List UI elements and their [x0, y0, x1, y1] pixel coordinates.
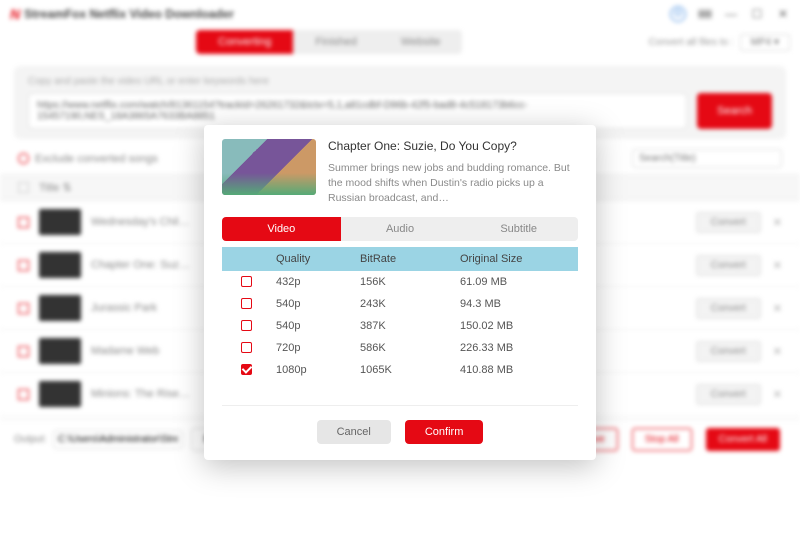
quality-table-header: Quality BitRate Original Size	[222, 247, 578, 271]
close-icon[interactable]: ✕	[776, 7, 790, 21]
row-thumbnail	[39, 381, 81, 407]
quality-modal: Chapter One: Suzie, Do You Copy? Summer …	[204, 125, 596, 460]
quality-checkbox[interactable]	[241, 342, 252, 353]
quality-row[interactable]: 1080p1065K410.88 MB	[222, 359, 578, 381]
row-remove-icon[interactable]: ✕	[773, 259, 782, 272]
search-button[interactable]: Search	[697, 93, 772, 129]
row-convert-button[interactable]: Convert	[696, 384, 761, 405]
row-checkbox[interactable]	[18, 389, 29, 400]
quality-value: 540p	[270, 320, 360, 332]
tab-converting[interactable]: Converting	[196, 30, 293, 54]
row-thumbnail	[39, 252, 81, 278]
tab-subtitle[interactable]: Subtitle	[459, 217, 578, 241]
modal-tabs: Video Audio Subtitle	[222, 217, 578, 241]
col-title[interactable]: Title ⇅	[39, 181, 72, 194]
output-label: Output:	[14, 434, 47, 445]
bitrate-value: 156K	[360, 276, 460, 288]
output-path[interactable]	[53, 430, 183, 449]
minimize-icon[interactable]: —	[724, 7, 738, 21]
size-value: 226.33 MB	[460, 342, 578, 354]
col-bitrate: BitRate	[360, 253, 460, 265]
row-checkbox[interactable]	[18, 260, 29, 271]
quality-row[interactable]: 540p243K94.3 MB	[222, 293, 578, 315]
row-remove-icon[interactable]: ✕	[773, 345, 782, 358]
account-icon[interactable]	[670, 6, 686, 22]
size-value: 150.02 MB	[460, 320, 578, 332]
quality-checkbox[interactable]	[241, 320, 252, 331]
col-size: Original Size	[460, 253, 578, 265]
tab-audio[interactable]: Audio	[341, 217, 460, 241]
size-value: 94.3 MB	[460, 298, 578, 310]
size-value: 61.09 MB	[460, 276, 578, 288]
quality-checkbox[interactable]	[241, 298, 252, 309]
row-convert-button[interactable]: Convert	[696, 298, 761, 319]
url-input[interactable]: https://www.netflix.com/watch/81361154?t…	[28, 93, 687, 129]
row-thumbnail	[39, 424, 81, 450]
row-thumbnail	[39, 209, 81, 235]
select-all-checkbox[interactable]	[18, 182, 29, 193]
row-convert-button[interactable]: Convert	[696, 427, 761, 448]
row-remove-icon[interactable]: ✕	[773, 388, 782, 401]
row-convert-button[interactable]: Convert	[696, 255, 761, 276]
stop-all-button[interactable]: Stop All	[632, 428, 692, 451]
row-remove-icon[interactable]: ✕	[773, 216, 782, 229]
row-thumbnail	[39, 338, 81, 364]
quality-value: 432p	[270, 276, 360, 288]
row-thumbnail	[39, 295, 81, 321]
tab-video[interactable]: Video	[222, 217, 341, 241]
modal-title: Chapter One: Suzie, Do You Copy?	[328, 139, 578, 153]
main-tabs: Converting Finished Website	[196, 30, 462, 54]
maximize-icon[interactable]: ☐	[750, 7, 764, 21]
row-convert-button[interactable]: Convert	[696, 212, 761, 233]
menu-icon[interactable]	[698, 10, 712, 19]
size-value: 410.88 MB	[460, 364, 578, 376]
convert-all-label: Convert all files to :	[649, 37, 734, 48]
main-tabs-row: Converting Finished Website Convert all …	[0, 28, 800, 62]
quality-table-body: 432p156K61.09 MB540p243K94.3 MB540p387K1…	[222, 271, 578, 381]
tab-finished[interactable]: Finished	[293, 30, 379, 54]
search-hint: Copy and paste the video URL or enter ke…	[28, 76, 772, 87]
exclude-label: Exclude converted songs	[35, 153, 158, 165]
format-select[interactable]: MP4 ▾	[740, 34, 790, 51]
row-checkbox[interactable]	[18, 432, 29, 443]
modal-description: Summer brings new jobs and budding roman…	[328, 161, 578, 207]
quality-value: 540p	[270, 298, 360, 310]
episode-thumbnail	[222, 139, 316, 195]
quality-row[interactable]: 720p586K226.33 MB	[222, 337, 578, 359]
quality-checkbox[interactable]	[241, 276, 252, 287]
row-checkbox[interactable]	[18, 303, 29, 314]
bitrate-value: 586K	[360, 342, 460, 354]
row-remove-icon[interactable]: ✕	[773, 302, 782, 315]
app-title: StreamFox Netflix Video Downloader	[24, 7, 234, 21]
row-checkbox[interactable]	[18, 217, 29, 228]
confirm-button[interactable]: Confirm	[405, 420, 484, 444]
convert-all-setting: Convert all files to : MP4 ▾	[649, 34, 790, 51]
quality-value: 1080p	[270, 364, 360, 376]
quality-row[interactable]: 432p156K61.09 MB	[222, 271, 578, 293]
row-convert-button[interactable]: Convert	[696, 341, 761, 362]
cancel-button[interactable]: Cancel	[317, 420, 391, 444]
quality-row[interactable]: 540p387K150.02 MB	[222, 315, 578, 337]
tab-website[interactable]: Website	[379, 30, 463, 54]
search-title-input[interactable]	[632, 149, 782, 168]
exclude-checkbox[interactable]	[18, 153, 29, 164]
bitrate-value: 387K	[360, 320, 460, 332]
logo-icon: N	[10, 6, 20, 22]
quality-checkbox[interactable]	[241, 364, 252, 375]
col-quality: Quality	[270, 253, 360, 265]
titlebar: N StreamFox Netflix Video Downloader — ☐…	[0, 0, 800, 28]
convert-all-button[interactable]: Convert All	[706, 428, 780, 451]
bitrate-value: 243K	[360, 298, 460, 310]
row-remove-icon[interactable]: ✕	[773, 431, 782, 444]
bitrate-value: 1065K	[360, 364, 460, 376]
quality-value: 720p	[270, 342, 360, 354]
app-logo: N StreamFox Netflix Video Downloader	[10, 6, 234, 22]
row-checkbox[interactable]	[18, 346, 29, 357]
